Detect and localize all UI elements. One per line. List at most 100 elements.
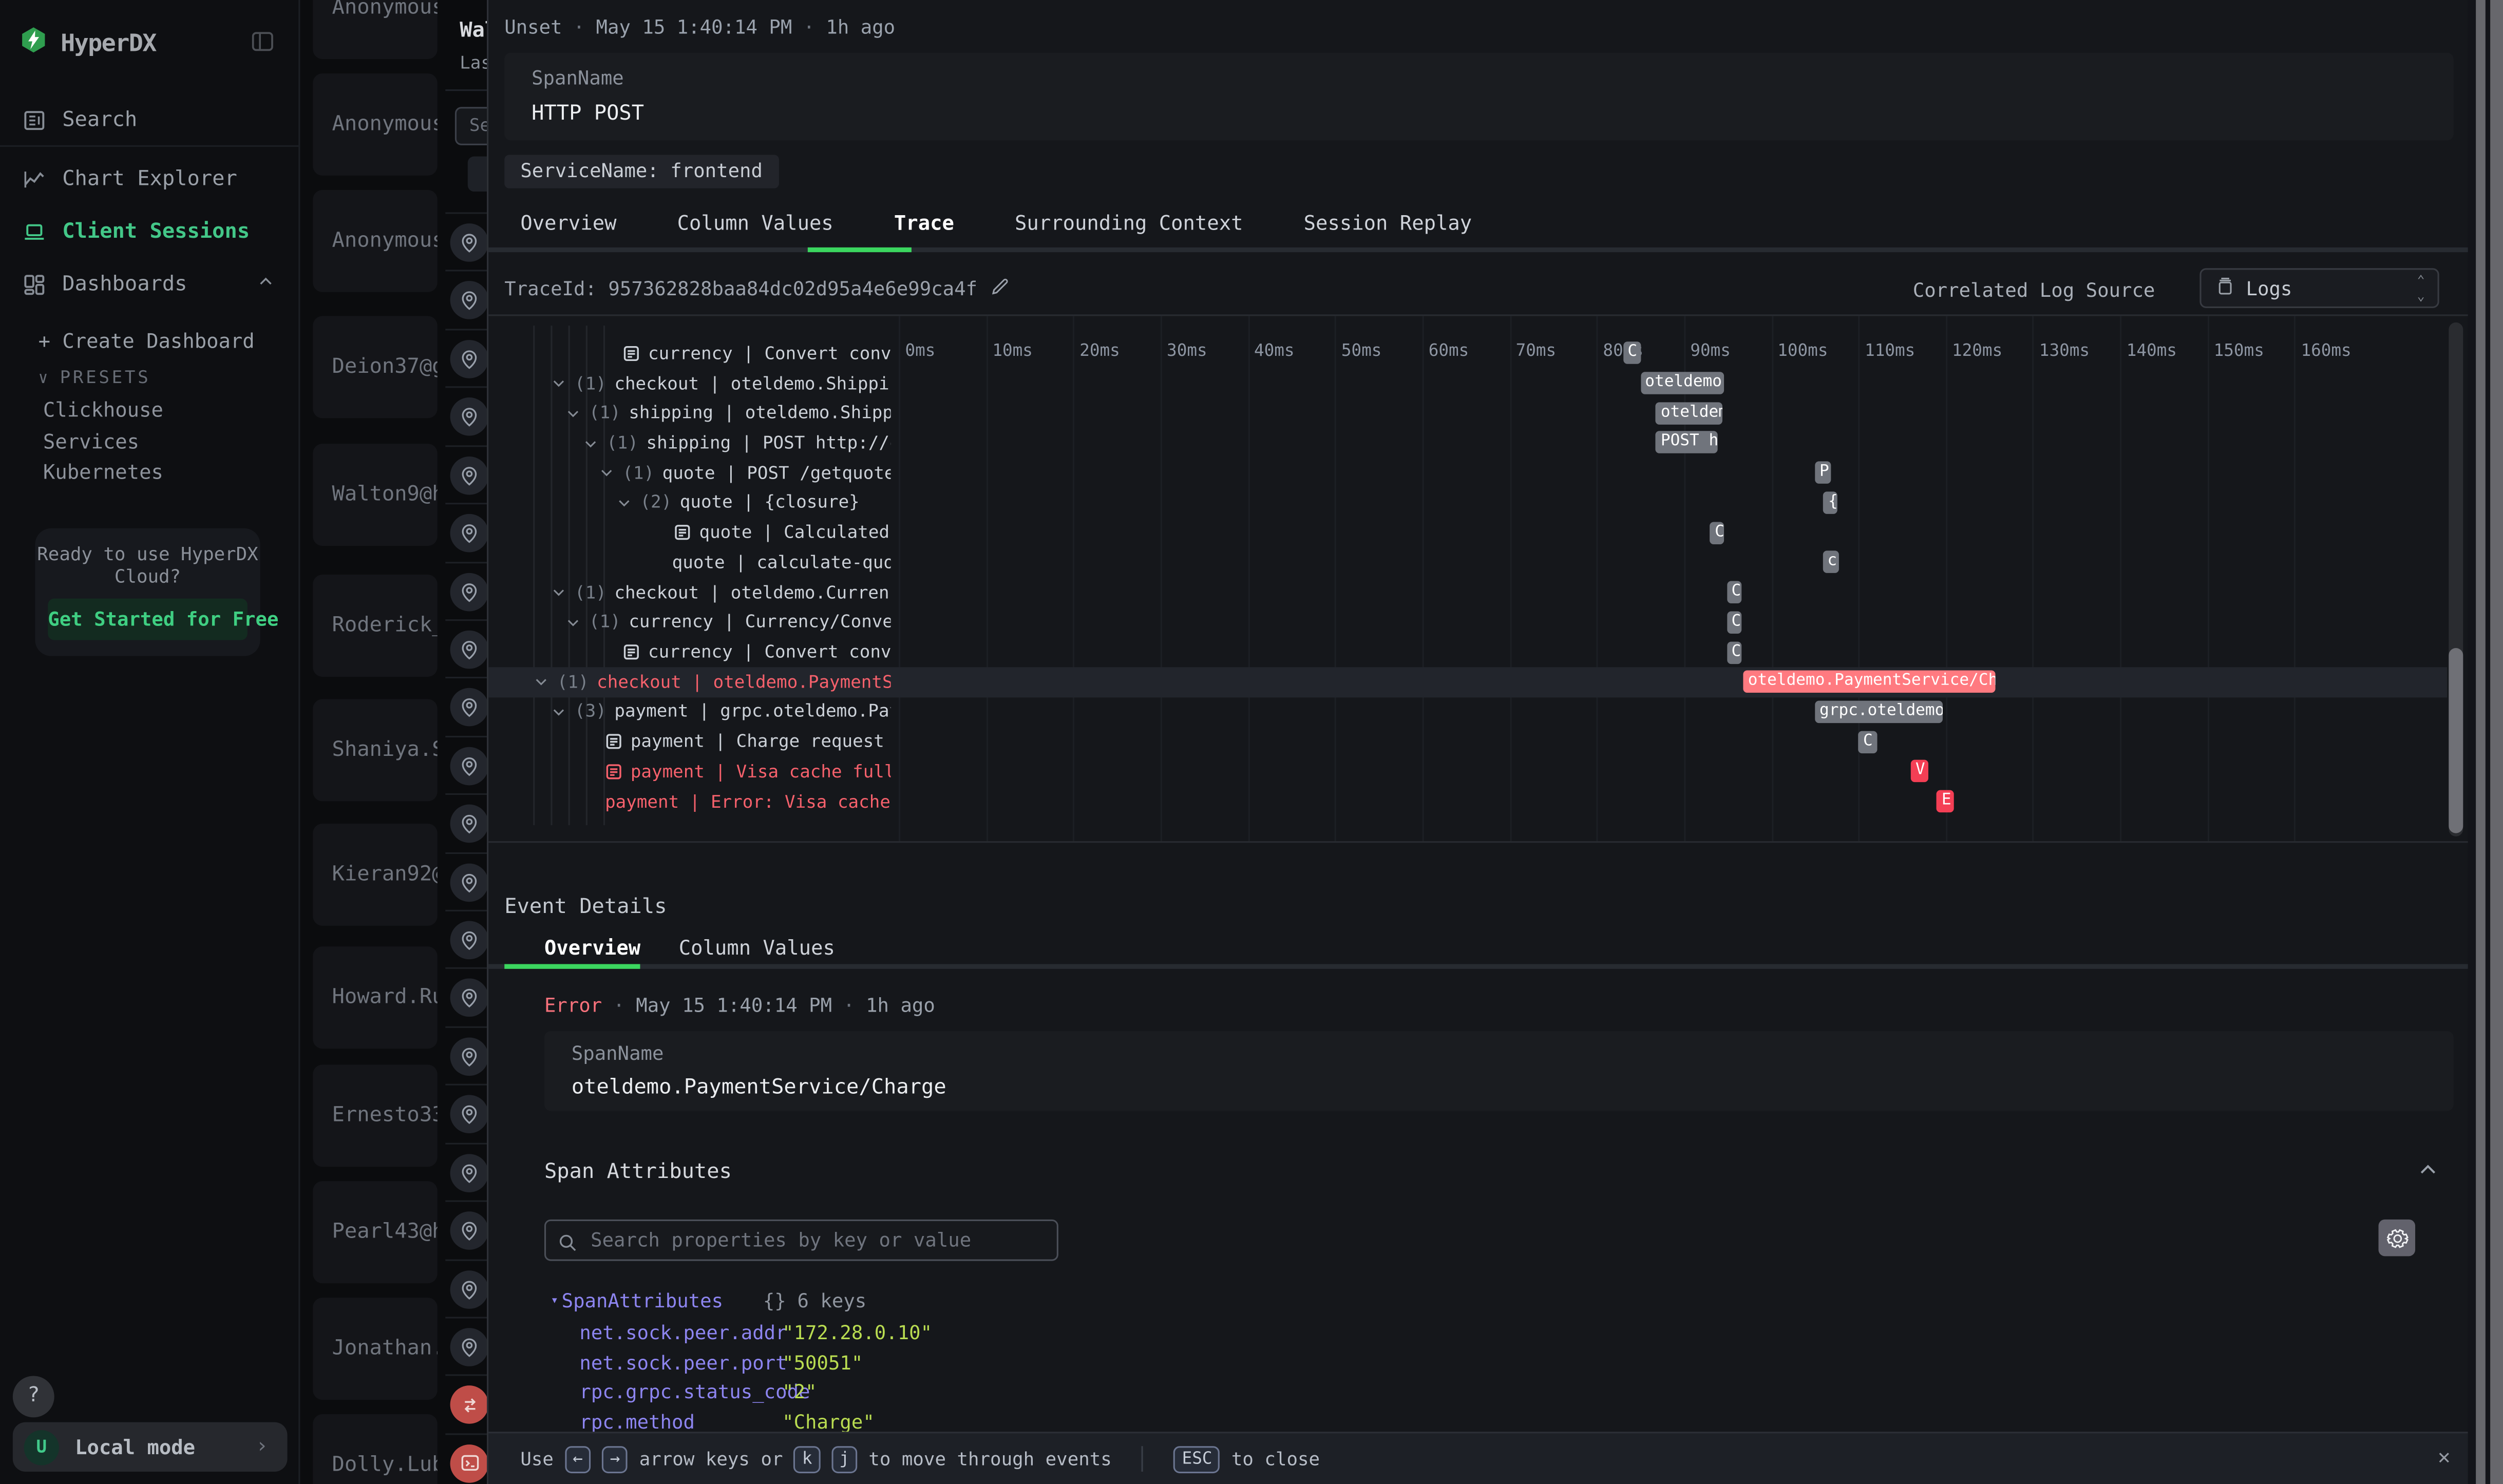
- attribute-value[interactable]: "172.28.0.10": [782, 1322, 932, 1344]
- trace-tree-row[interactable]: (1)currency | Currency/Convert: [533, 607, 890, 637]
- event-row[interactable]: [445, 968, 493, 1026]
- span-duration-bar[interactable]: C: [1727, 611, 1741, 634]
- log-source-select[interactable]: Logs ⌃⌄: [2199, 268, 2439, 308]
- event-row[interactable]: [445, 561, 493, 619]
- tab-surrounding-context[interactable]: Surrounding Context: [1015, 211, 1243, 235]
- session-card[interactable]: Anonymous: [313, 73, 437, 176]
- span-duration-bar[interactable]: oteldemo.: [1640, 372, 1724, 394]
- event-row[interactable]: [445, 445, 493, 503]
- event-tab-overview[interactable]: Overview: [544, 936, 640, 960]
- trace-tree-row[interactable]: (3)payment | grpc.oteldemo.Paymen…: [533, 697, 890, 727]
- trace-tree-row[interactable]: (1)checkout | oteldemo.PaymentServi…: [533, 667, 890, 697]
- attributes-root-node[interactable]: ▾SpanAttributes: [551, 1290, 723, 1312]
- event-row[interactable]: [445, 212, 493, 270]
- scrollbar[interactable]: [2490, 0, 2503, 1484]
- event-row[interactable]: [445, 1143, 493, 1201]
- session-card[interactable]: Kieran92@h: [313, 824, 437, 926]
- sidebar-item-dashboards[interactable]: Dashboards: [0, 270, 300, 298]
- trace-tree-row[interactable]: quote | calculate-quote: [533, 547, 890, 577]
- chevron-down-icon[interactable]: [551, 704, 566, 720]
- service-name-pill[interactable]: ServiceName: frontend: [504, 155, 779, 188]
- session-card[interactable]: Howard.Run: [313, 946, 437, 1049]
- get-started-button[interactable]: Get Started for Free: [48, 599, 248, 640]
- attribute-key[interactable]: rpc.grpc.status_code: [579, 1381, 810, 1403]
- span-duration-bar[interactable]: V: [1911, 760, 1928, 783]
- trace-tree-row[interactable]: currency | Convert convers…: [533, 637, 890, 667]
- logo[interactable]: HyperDX: [19, 26, 156, 61]
- span-duration-bar[interactable]: C: [1727, 581, 1741, 604]
- presets-toggle[interactable]: PRESETS: [39, 367, 151, 388]
- chevron-down-icon[interactable]: [599, 465, 615, 481]
- session-card[interactable]: Pearl43@ho: [313, 1181, 437, 1283]
- attribute-key[interactable]: net.sock.peer.port: [579, 1351, 787, 1374]
- trace-tree-row[interactable]: (1)shipping | POST http://quo…: [533, 428, 890, 458]
- attribute-value[interactable]: "2": [782, 1381, 817, 1403]
- close-icon[interactable]: ✕: [2438, 1446, 2450, 1470]
- event-row[interactable]: [445, 619, 493, 677]
- event-row[interactable]: [445, 271, 493, 329]
- event-row[interactable]: [445, 852, 493, 910]
- event-row[interactable]: [445, 1026, 493, 1084]
- preset-link-kubernetes[interactable]: Kubernetes: [43, 460, 163, 484]
- tab-trace[interactable]: Trace: [894, 211, 954, 235]
- chevron-down-icon[interactable]: [565, 614, 581, 630]
- preset-link-clickhouse[interactable]: Clickhouse: [43, 397, 163, 422]
- tab-overview[interactable]: Overview: [520, 211, 616, 235]
- event-row[interactable]: [445, 910, 493, 968]
- session-card[interactable]: Shaniya.Sc: [313, 699, 437, 801]
- gear-icon[interactable]: [2379, 1220, 2415, 1256]
- event-row[interactable]: [445, 329, 493, 387]
- chevron-down-icon[interactable]: [616, 494, 632, 510]
- event-row[interactable]: [445, 677, 493, 735]
- attributes-search-input[interactable]: [544, 1220, 1058, 1261]
- session-card[interactable]: Anonymous: [313, 0, 437, 59]
- session-card[interactable]: Roderick_S: [313, 575, 437, 677]
- trace-tree-row[interactable]: quote | Calculated q…: [533, 518, 890, 547]
- scrollbar[interactable]: [2476, 0, 2486, 1484]
- span-duration-bar[interactable]: POST h: [1656, 432, 1718, 454]
- event-row[interactable]: [445, 387, 493, 445]
- trace-tree-row[interactable]: (1)quote | POST /getquote: [533, 458, 890, 488]
- span-duration-bar[interactable]: C: [1710, 521, 1724, 544]
- attribute-value[interactable]: "50051": [782, 1351, 863, 1374]
- session-card[interactable]: Ernesto33@: [313, 1064, 437, 1167]
- trace-tree-row[interactable]: (2)quote | {closure}: [533, 488, 890, 518]
- attribute-key[interactable]: net.sock.peer.addr: [579, 1322, 787, 1344]
- tab-column-values[interactable]: Column Values: [677, 211, 833, 235]
- sidebar-item-search[interactable]: Search: [0, 105, 300, 134]
- trace-tree-row[interactable]: payment | Charge request rec…: [533, 727, 890, 756]
- create-dashboard-button[interactable]: + Create Dashboard: [39, 329, 255, 353]
- event-row[interactable]: [445, 1317, 493, 1375]
- event-row[interactable]: [445, 503, 493, 561]
- event-row[interactable]: [445, 793, 493, 851]
- edit-pencil-icon[interactable]: [990, 276, 1011, 302]
- help-button[interactable]: ?: [13, 1376, 54, 1417]
- trace-tree-row[interactable]: payment | Error: Visa cache ful…: [533, 787, 890, 816]
- session-card[interactable]: Anonymous: [313, 190, 437, 292]
- session-card[interactable]: Deion37@gm: [313, 316, 437, 418]
- attribute-key[interactable]: rpc.method: [579, 1410, 695, 1433]
- preset-link-services[interactable]: Services: [43, 429, 139, 453]
- trace-tree-row[interactable]: payment | Visa cache full: c…: [533, 757, 890, 787]
- event-row[interactable]: [445, 735, 493, 793]
- collapse-sidebar-icon[interactable]: [249, 29, 276, 61]
- span-duration-bar[interactable]: E: [1937, 790, 1955, 813]
- chevron-down-icon[interactable]: [551, 584, 566, 600]
- span-duration-bar[interactable]: C: [1859, 731, 1877, 753]
- event-row[interactable]: [445, 1201, 493, 1259]
- chevron-down-icon[interactable]: [583, 435, 599, 451]
- trace-tree-row[interactable]: (1)checkout | oteldemo.ShippingSe…: [533, 368, 890, 398]
- session-card[interactable]: Jonathan.B: [313, 1298, 437, 1400]
- event-row[interactable]: [445, 1259, 493, 1317]
- chevron-up-icon[interactable]: [257, 272, 274, 296]
- session-card[interactable]: Dolly.Lubo: [313, 1414, 437, 1484]
- span-duration-bar[interactable]: C: [1623, 342, 1640, 365]
- chevron-down-icon[interactable]: [533, 674, 549, 690]
- span-duration-bar[interactable]: P: [1815, 462, 1831, 484]
- chevron-down-icon[interactable]: [551, 375, 566, 391]
- event-row[interactable]: [445, 1433, 493, 1484]
- user-menu[interactable]: U Local mode ›: [13, 1422, 288, 1472]
- trace-tree-row[interactable]: (1)shipping | oteldemo.Shipping…: [533, 398, 890, 428]
- collapse-chevron-up-icon[interactable]: [2417, 1157, 2439, 1188]
- trace-tree-row[interactable]: (1)checkout | oteldemo.CurrencySe…: [533, 577, 890, 607]
